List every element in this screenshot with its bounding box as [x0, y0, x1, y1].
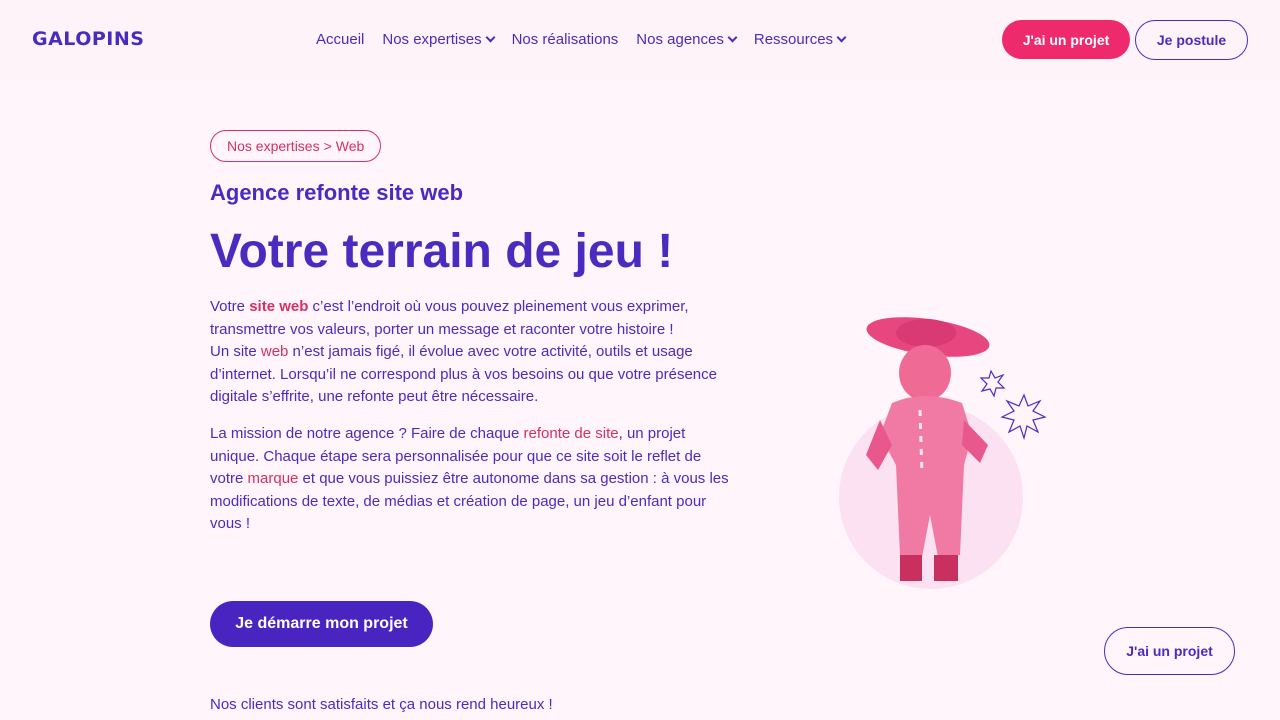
nav-item-ressources[interactable]: Ressources: [753, 31, 847, 48]
logo[interactable]: GALOPINS: [32, 28, 144, 50]
page-subtitle: Agence refonte site web: [210, 180, 464, 205]
nav-label: Nos réalisations: [511, 31, 619, 48]
breadcrumb-current: Web: [335, 138, 365, 154]
site-header: GALOPINS Accueil Nos expertises Nos réal…: [0, 0, 1280, 80]
start-project-button[interactable]: Je démarre mon projet: [210, 601, 433, 647]
postule-button[interactable]: Je postule: [1135, 20, 1248, 60]
project-button[interactable]: J'ai un projet: [1002, 20, 1130, 59]
nav-label: Ressources: [753, 31, 834, 48]
intro-paragraph: Votre site web c’est l’endroit où vous p…: [210, 296, 730, 409]
nav-item-accueil[interactable]: Accueil: [316, 31, 364, 48]
nav-item-expertises[interactable]: Nos expertises: [382, 31, 496, 48]
chevron-down-icon: [485, 32, 496, 43]
main-nav: Accueil Nos expertises Nos réalisations …: [316, 31, 847, 48]
highlight-marque: marque: [247, 470, 299, 487]
nav-label: Nos expertises: [382, 31, 482, 48]
highlight-refonte: refonte de site: [523, 425, 619, 442]
clients-tagline: Nos clients sont satisfaits et ça nous r…: [210, 696, 553, 713]
nav-label: Accueil: [316, 31, 365, 48]
breadcrumb: Nos expertises > Web: [210, 130, 382, 162]
page-title: Votre terrain de jeu !: [210, 225, 674, 278]
text: La mission de notre agence ? Faire de ch…: [210, 425, 524, 442]
nav-label: Nos agences: [636, 31, 724, 48]
breadcrumb-separator: >: [323, 138, 332, 154]
chevron-down-icon: [727, 32, 738, 43]
nav-item-realisations[interactable]: Nos réalisations: [512, 31, 619, 48]
text: Un site: [210, 343, 261, 360]
highlight-web: web: [260, 343, 289, 360]
text: Votre: [210, 298, 250, 315]
mission-paragraph: La mission de notre agence ? Faire de ch…: [210, 423, 730, 536]
floating-project-button[interactable]: J'ai un projet: [1104, 627, 1235, 675]
chevron-down-icon: [836, 32, 847, 43]
highlight-site-web: site web: [249, 298, 309, 315]
nav-item-agences[interactable]: Nos agences: [636, 31, 738, 48]
child-illustration: [839, 317, 1047, 589]
breadcrumb-parent[interactable]: Nos expertises: [227, 138, 320, 154]
